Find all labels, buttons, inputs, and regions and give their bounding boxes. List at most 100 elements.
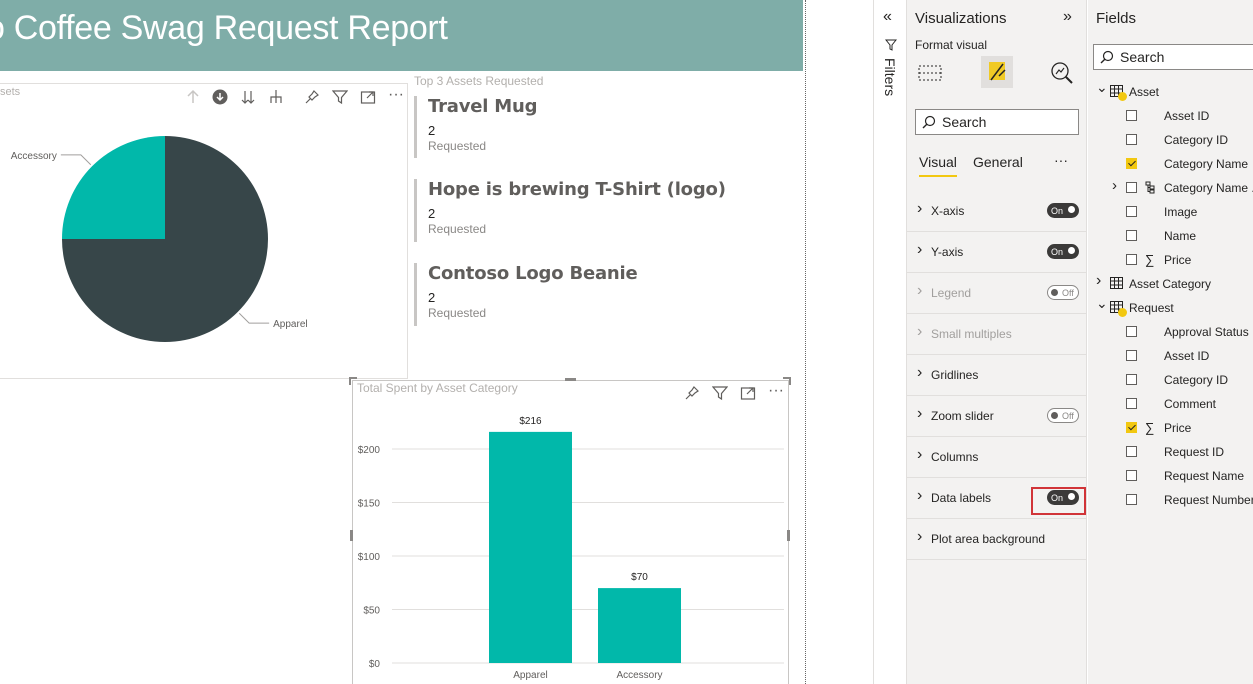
more-options-icon[interactable]: ··· xyxy=(767,382,785,400)
chevron-right-icon[interactable]: › xyxy=(1096,272,1101,290)
bar-accessory[interactable] xyxy=(598,588,681,663)
field-table-request[interactable]: ⌄ Request xyxy=(1088,295,1253,320)
chevron-right-icon: › xyxy=(917,323,923,340)
field-name: Request Number xyxy=(1164,493,1253,507)
field-item[interactable]: Category Name xyxy=(1088,152,1253,176)
analytics-icon[interactable] xyxy=(1049,60,1075,86)
table-name: Request xyxy=(1129,301,1174,315)
viz-search-input[interactable]: Search xyxy=(915,109,1079,135)
fields-search-input[interactable]: Search xyxy=(1093,44,1253,70)
toggle-knob xyxy=(1051,289,1058,296)
filter-funnel-icon xyxy=(884,38,898,56)
field-checkbox[interactable] xyxy=(1126,110,1137,121)
chevron-right-icon: › xyxy=(917,528,923,545)
field-checkbox[interactable] xyxy=(1126,374,1137,385)
collapse-visualizations-icon[interactable]: » xyxy=(1063,8,1072,26)
resize-handle[interactable] xyxy=(565,378,576,381)
fields-title: Fields xyxy=(1096,10,1137,27)
field-item[interactable]: ∑ Price xyxy=(1088,248,1253,272)
table-name: Asset Category xyxy=(1129,277,1212,291)
format-section-legend[interactable]: › Legend Off xyxy=(907,273,1087,314)
field-checkbox[interactable] xyxy=(1126,326,1137,337)
field-checkbox[interactable] xyxy=(1126,206,1137,217)
toggle-switch[interactable]: Off xyxy=(1047,285,1079,300)
card-item-value: 2 xyxy=(428,290,436,305)
chevron-down-icon[interactable]: ⌄ xyxy=(1096,79,1108,96)
format-section-gridlines[interactable]: › Gridlines xyxy=(907,355,1087,396)
field-item[interactable]: Request Name xyxy=(1088,464,1253,488)
table-name: Asset xyxy=(1129,85,1160,99)
field-item[interactable]: Comment xyxy=(1088,392,1253,416)
toggle-switch[interactable]: On xyxy=(1047,203,1079,218)
field-checkbox[interactable] xyxy=(1126,446,1137,457)
pie-leader-line xyxy=(238,312,270,324)
field-item[interactable]: › Category Name ... xyxy=(1088,176,1253,200)
format-section-label: Gridlines xyxy=(931,368,979,382)
field-checkbox[interactable] xyxy=(1126,182,1137,193)
format-section-x-axis[interactable]: › X-axis On xyxy=(907,191,1087,232)
field-item[interactable]: Request ID xyxy=(1088,440,1253,464)
expand-filters-icon[interactable]: « xyxy=(883,8,892,26)
format-section-columns[interactable]: › Columns xyxy=(907,437,1087,478)
viz-more-options-icon[interactable]: ··· xyxy=(1054,152,1068,168)
build-visual-icon[interactable] xyxy=(917,60,943,86)
chevron-down-icon[interactable]: ⌄ xyxy=(1096,295,1108,312)
field-checkbox[interactable] xyxy=(1126,230,1137,241)
tab-visual[interactable]: Visual xyxy=(919,154,957,177)
format-visual-icon[interactable] xyxy=(981,56,1013,88)
sigma-icon: ∑ xyxy=(1145,420,1155,435)
resize-handle[interactable] xyxy=(349,377,357,385)
filters-pane-collapsed[interactable]: « Filters xyxy=(873,0,907,684)
field-item[interactable]: Image xyxy=(1088,200,1253,224)
toggle-switch[interactable]: On xyxy=(1047,244,1079,259)
toggle-knob xyxy=(1068,206,1075,213)
bar-chart: $0 $50 $100 $150 $200 $216 Apparel $70 Accessory xyxy=(358,416,784,681)
field-checkbox[interactable] xyxy=(1126,398,1137,409)
table-icon xyxy=(1110,277,1123,292)
y-tick-label: $50 xyxy=(363,606,380,617)
field-table-asset-category[interactable]: › Asset Category xyxy=(1088,272,1253,296)
format-section-y-axis[interactable]: › Y-axis On xyxy=(907,232,1087,273)
field-checkbox[interactable] xyxy=(1126,254,1137,265)
field-name: Approval Status xyxy=(1164,325,1249,339)
field-item[interactable]: Asset ID xyxy=(1088,344,1253,368)
y-tick-label: $150 xyxy=(358,499,381,510)
field-item[interactable]: Asset ID xyxy=(1088,104,1253,128)
fields-pane: Fields Search ⌄ Asset Asset ID Category ID C… xyxy=(1088,0,1253,684)
field-checkbox[interactable] xyxy=(1126,350,1137,361)
format-section-zoom-slider[interactable]: › Zoom slider Off xyxy=(907,396,1087,437)
page-boundary xyxy=(805,0,806,684)
field-item[interactable]: Category ID xyxy=(1088,128,1253,152)
field-name: Category ID xyxy=(1164,133,1229,147)
chevron-right-icon: › xyxy=(917,405,923,422)
chevron-right-icon[interactable]: › xyxy=(1112,177,1117,194)
format-section-label: Y-axis xyxy=(931,245,964,259)
card-item-sub: Requested xyxy=(428,222,487,236)
field-item[interactable]: Category ID xyxy=(1088,368,1253,392)
field-checkbox[interactable] xyxy=(1126,470,1137,481)
field-item[interactable]: Name xyxy=(1088,224,1253,248)
format-section-small-multiples[interactable]: › Small multiples xyxy=(907,314,1087,355)
pie-slice-accessory[interactable] xyxy=(62,136,165,239)
toggle-switch[interactable]: Off xyxy=(1047,408,1079,423)
viz-search-placeholder: Search xyxy=(942,114,987,130)
field-item[interactable]: Approval Status xyxy=(1088,320,1253,344)
field-table-asset[interactable]: ⌄ Asset xyxy=(1088,79,1253,104)
toggle-knob xyxy=(1068,247,1075,254)
filters-label[interactable]: Filters xyxy=(882,58,898,96)
report-title: o Coffee Swag Request Report xyxy=(0,9,448,47)
field-checkbox[interactable] xyxy=(1126,158,1137,169)
field-name: Asset ID xyxy=(1164,109,1210,123)
bar-apparel[interactable] xyxy=(489,431,572,663)
toggle-label: On xyxy=(1051,246,1064,257)
data-labels-highlight xyxy=(1031,487,1086,515)
field-checkbox[interactable] xyxy=(1126,134,1137,145)
tab-general[interactable]: General xyxy=(973,154,1023,170)
format-section-plot-area-background[interactable]: › Plot area background xyxy=(907,519,1087,560)
field-name: Price xyxy=(1164,421,1192,435)
card-item: Hope is brewing T-Shirt (logo) 2 Request… xyxy=(414,179,794,242)
field-checkbox[interactable] xyxy=(1126,494,1137,505)
field-item[interactable]: Request Number xyxy=(1088,488,1253,512)
field-checkbox[interactable] xyxy=(1126,422,1137,433)
field-item[interactable]: ∑ Price xyxy=(1088,416,1253,440)
